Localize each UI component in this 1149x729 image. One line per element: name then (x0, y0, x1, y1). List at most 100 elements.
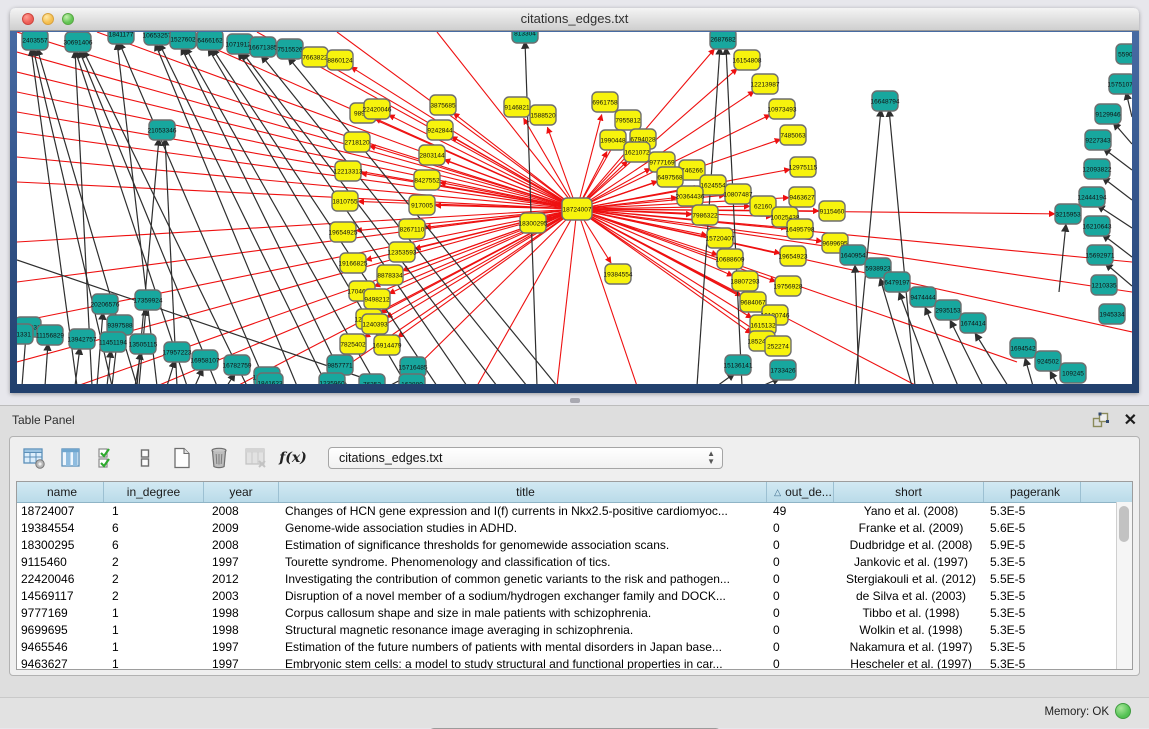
table-cell[interactable]: 1997 (204, 639, 279, 656)
table-cell[interactable]: Franke et al. (2009) (834, 520, 984, 537)
table-cell[interactable]: Estimation of significance thresholds fo… (279, 537, 767, 554)
table-cell[interactable]: 5.9E-5 (984, 537, 1081, 554)
select-columns-icon[interactable] (96, 446, 120, 470)
table-cell[interactable]: 2 (104, 571, 204, 588)
table-row[interactable]: 977716911998Corpus callosum shape and si… (17, 605, 1132, 622)
table-cell[interactable]: Dudbridge et al. (2008) (834, 537, 984, 554)
graph-edge[interactable] (17, 72, 577, 209)
graph-edge[interactable] (45, 343, 48, 384)
table-row[interactable]: 2242004622012Investigating the contribut… (17, 571, 1132, 588)
table-cell[interactable]: 0 (767, 520, 834, 537)
table-cell[interactable]: 0 (767, 588, 834, 605)
graph-edge[interactable] (975, 333, 1008, 384)
table-cell[interactable]: 0 (767, 639, 834, 656)
table-cell[interactable]: Jankovic et al. (1997) (834, 554, 984, 571)
table-cell[interactable]: 2 (104, 588, 204, 605)
table-cell[interactable]: 5.3E-5 (984, 503, 1081, 520)
table-cell[interactable]: de Silva et al. (2003) (834, 588, 984, 605)
graph-edge[interactable] (1050, 371, 1058, 384)
table-cell[interactable]: 1 (104, 605, 204, 622)
network-window-titlebar[interactable]: citations_edges.txt (10, 8, 1139, 31)
table-cell[interactable]: Yano et al. (2008) (834, 503, 984, 520)
table-row[interactable]: 1872400712008Changes of HCN gene express… (17, 503, 1132, 520)
graph-edge[interactable] (75, 347, 80, 384)
delete-column-icon[interactable] (244, 446, 268, 470)
table-cell[interactable]: 0 (767, 622, 834, 639)
table-cell[interactable]: 14569117 (17, 588, 104, 605)
table-cell[interactable]: 18300295 (17, 537, 104, 554)
table-cell[interactable]: 2008 (204, 503, 279, 520)
table-cell[interactable]: 6 (104, 537, 204, 554)
table-cell[interactable]: 2008 (204, 537, 279, 554)
table-settings-icon[interactable] (22, 446, 46, 470)
float-panel-icon[interactable] (1092, 412, 1109, 428)
column-header-out-de-[interactable]: △out_de... (767, 482, 834, 502)
table-cell[interactable]: Tibbo et al. (1998) (834, 605, 984, 622)
table-cell[interactable]: 9463627 (17, 656, 104, 670)
table-row[interactable]: 946362711997Embryonic stem cells: a mode… (17, 656, 1132, 670)
table-row[interactable]: 911546021997Tourette syndrome. Phenomeno… (17, 554, 1132, 571)
graph-edge[interactable] (557, 209, 577, 384)
table-row[interactable]: 969969511998Structural magnetic resonanc… (17, 622, 1132, 639)
table-cell[interactable]: Tourette syndrome. Phenomenology and cla… (279, 554, 767, 571)
table-cell[interactable]: 5.3E-5 (984, 554, 1081, 571)
table-cell[interactable]: 19384554 (17, 520, 104, 537)
table-cell[interactable]: 1997 (204, 656, 279, 670)
table-cell[interactable]: Investigating the contribution of common… (279, 571, 767, 588)
table-cell[interactable]: Disruption of a novel member of a sodium… (279, 588, 767, 605)
network-canvas[interactable]: 2403557306914061841177106532571527602646… (17, 32, 1132, 384)
table-cell[interactable]: 1 (104, 639, 204, 656)
graph-edge[interactable] (17, 52, 577, 209)
table-cell[interactable]: 18724007 (17, 503, 104, 520)
table-cell[interactable]: Embryonic stem cells: a model to study s… (279, 656, 767, 670)
column-header-in-degree[interactable]: in_degree (104, 482, 204, 502)
table-cell[interactable]: 2012 (204, 571, 279, 588)
table-cell[interactable]: 2009 (204, 520, 279, 537)
graph-edge[interactable] (1113, 122, 1132, 144)
panel-splitter[interactable] (0, 393, 1149, 405)
column-header-year[interactable]: year (204, 482, 279, 502)
table-vertical-scrollbar[interactable] (1116, 502, 1132, 669)
table-cell[interactable]: 9777169 (17, 605, 104, 622)
graph-edge[interactable] (880, 278, 912, 384)
show-hide-columns-icon[interactable] (59, 446, 83, 470)
delete-table-icon[interactable] (207, 446, 231, 470)
graph-edge[interactable] (181, 47, 347, 384)
table-row[interactable]: 1456911722003Disruption of a novel membe… (17, 588, 1132, 605)
table-cell[interactable]: 5.3E-5 (984, 656, 1081, 670)
table-row[interactable]: 1830029562008Estimation of significance … (17, 537, 1132, 554)
table-cell[interactable]: Estimation of the future numbers of pati… (279, 639, 767, 656)
column-header-pagerank[interactable]: pagerank (984, 482, 1081, 502)
row-height-icon[interactable] (133, 446, 157, 470)
graph-edge[interactable] (1102, 177, 1132, 200)
table-cell[interactable]: Changes of HCN gene expression and I(f) … (279, 503, 767, 520)
table-cell[interactable]: 0 (767, 656, 834, 670)
function-builder-icon[interactable]: f(x) (281, 446, 305, 470)
table-cell[interactable]: 1998 (204, 622, 279, 639)
splitter-handle-icon[interactable] (570, 398, 580, 403)
table-cell[interactable]: 1 (104, 622, 204, 639)
column-header-short[interactable]: short (834, 482, 984, 502)
table-cell[interactable]: Hescheler et al. (1997) (834, 656, 984, 670)
table-row[interactable]: 1938455462009Genome-wide association stu… (17, 520, 1132, 537)
table-cell[interactable]: 0 (767, 554, 834, 571)
graph-edge[interactable] (1126, 92, 1132, 117)
table-cell[interactable]: 9115460 (17, 554, 104, 571)
graph-edge[interactable] (1025, 358, 1033, 384)
close-panel-icon[interactable]: ✕ (1124, 410, 1137, 430)
table-cell[interactable]: 49 (767, 503, 834, 520)
table-cell[interactable]: 0 (767, 571, 834, 588)
table-cell[interactable]: Genome-wide association studies in ADHD. (279, 520, 767, 537)
table-cell[interactable]: 1998 (204, 605, 279, 622)
table-cell[interactable]: 0 (767, 605, 834, 622)
graph-edge[interactable] (889, 109, 915, 384)
table-cell[interactable]: Stergiakouli et al. (2012) (834, 571, 984, 588)
table-cell[interactable]: 1997 (204, 554, 279, 571)
table-selector-dropdown[interactable]: citations_edges.txt ▲▼ (328, 447, 723, 469)
table-cell[interactable]: 5.3E-5 (984, 622, 1081, 639)
table-cell[interactable]: 5.6E-5 (984, 520, 1081, 537)
table-cell[interactable]: 22420046 (17, 571, 104, 588)
table-cell[interactable]: Structural magnetic resonance image aver… (279, 622, 767, 639)
graph-edge[interactable] (17, 92, 577, 209)
table-cell[interactable]: 5.3E-5 (984, 588, 1081, 605)
